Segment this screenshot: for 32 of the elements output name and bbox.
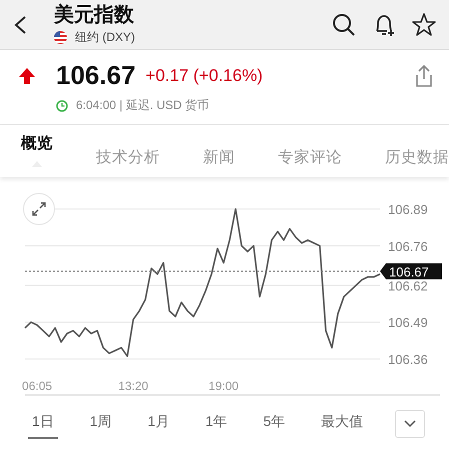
price-tag: 106.67	[380, 263, 442, 280]
range-tab[interactable]: 1月	[144, 409, 174, 439]
range-tab[interactable]: 最大值	[316, 409, 367, 439]
share-icon[interactable]	[413, 64, 435, 88]
axis-label: 106.49	[388, 315, 428, 330]
range-tab[interactable]: 5年	[259, 409, 289, 439]
expand-icon	[31, 201, 47, 217]
up-arrow-icon	[18, 66, 36, 84]
exchange-label: 纽约 (DXY)	[75, 28, 135, 46]
page-title: 美元指数	[54, 4, 135, 26]
ref-line-label: 106.67	[389, 264, 429, 280]
range-tab[interactable]: 1日	[28, 409, 58, 439]
search-icon[interactable]	[331, 12, 357, 38]
price-value: 106.67	[56, 60, 136, 91]
price-change: +0.17 (+0.16%)	[146, 66, 263, 86]
expand-button[interactable]	[23, 193, 55, 225]
range-tab[interactable]: 1年	[201, 409, 232, 439]
axis-label: 19:00	[208, 379, 239, 393]
chevron-down-icon	[404, 420, 416, 428]
axis-label: 06:05	[22, 379, 52, 393]
quote-time: 6:04:00 | 延迟. USD 货币	[76, 97, 210, 114]
axis-label: 13:20	[118, 379, 148, 393]
axis-label: 106.76	[388, 238, 428, 254]
star-icon[interactable]	[411, 12, 437, 38]
flag-icon	[54, 30, 67, 44]
tab[interactable]: 概览	[21, 135, 53, 167]
clock-icon	[56, 100, 68, 112]
range-tab[interactable]: 1周	[86, 409, 116, 439]
axis-label: 106.89	[388, 202, 428, 217]
axis-label: 106.62	[388, 278, 428, 294]
dropdown-button[interactable]	[394, 410, 425, 438]
axis-label: 106.36	[388, 352, 428, 367]
